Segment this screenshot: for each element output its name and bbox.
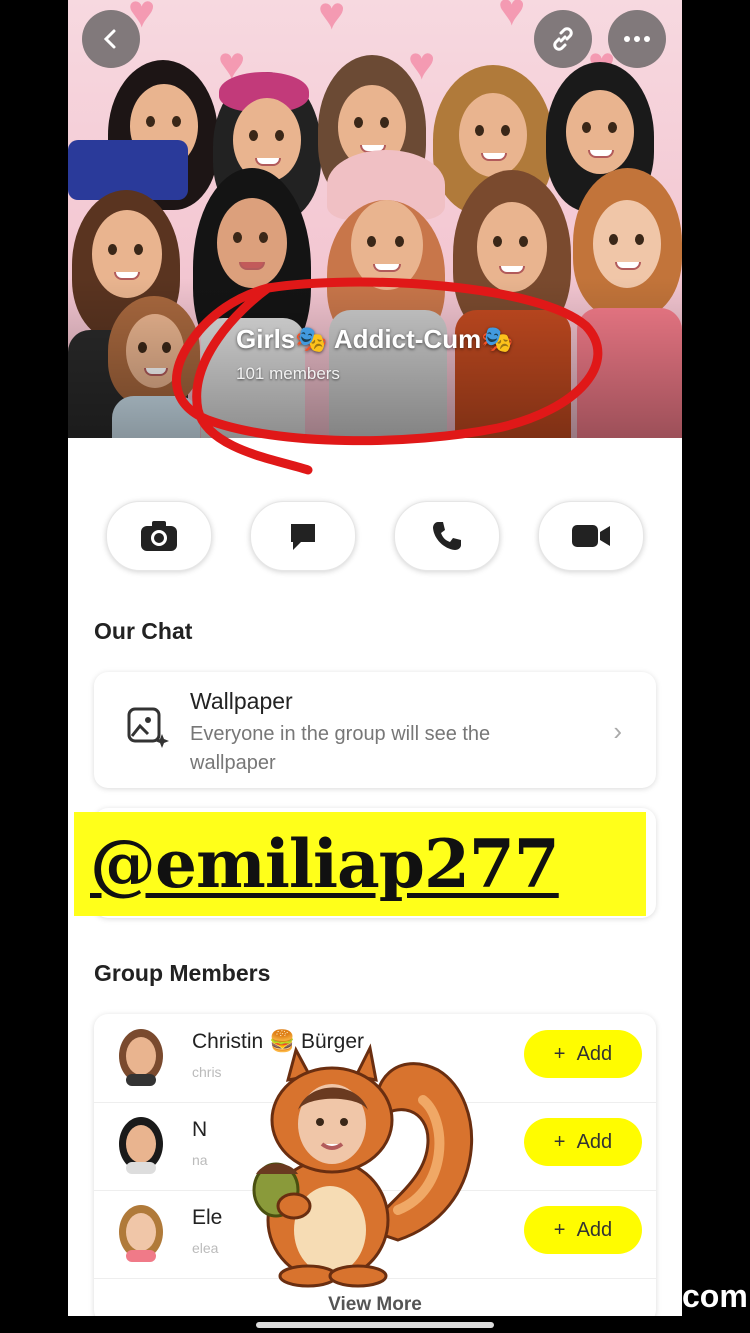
camera-button[interactable]: [106, 501, 212, 571]
video-call-button[interactable]: [538, 501, 644, 571]
link-icon: [553, 27, 573, 51]
view-more-link[interactable]: View More: [94, 1294, 656, 1316]
add-friend-button[interactable]: + Add: [524, 1030, 642, 1078]
home-indicator[interactable]: [256, 1322, 494, 1328]
wallpaper-setting[interactable]: Wallpaper Everyone in the group will see…: [94, 672, 656, 788]
back-button[interactable]: [82, 10, 140, 68]
video-icon: [572, 525, 610, 547]
member-avatar: [119, 1205, 163, 1262]
phone-icon: [433, 522, 461, 550]
wallpaper-icon: [127, 707, 169, 748]
member-avatar: [119, 1117, 163, 1174]
call-button[interactable]: [394, 501, 500, 571]
chat-button[interactable]: [250, 501, 356, 571]
add-label: Add: [576, 1042, 613, 1065]
promo-handle: @emiliap277: [90, 825, 560, 903]
add-friend-button[interactable]: + Add: [524, 1118, 642, 1166]
share-link-button[interactable]: [534, 10, 592, 68]
watermark-text: com: [682, 1278, 748, 1314]
add-label: Add: [576, 1218, 613, 1241]
member-avatar: [119, 1029, 163, 1086]
chevron-left-icon: [103, 29, 116, 49]
add-friend-button[interactable]: + Add: [524, 1206, 642, 1254]
wallpaper-title: Wallpaper: [190, 688, 293, 714]
chevron-right-icon: ›: [613, 716, 622, 746]
our-chat-heading: Our Chat: [94, 618, 193, 644]
more-options-button[interactable]: [608, 10, 666, 68]
more-dots-icon: [624, 36, 650, 42]
group-members-heading: Group Members: [94, 960, 271, 986]
group-profile-screen: ♥ ♥ ♥ ♥ ♥ ♥: [68, 0, 682, 1316]
chat-icon: [291, 524, 315, 550]
promo-overlay: @emiliap277: [74, 812, 646, 916]
wallpaper-description: Everyone in the group will see the wallp…: [190, 723, 491, 774]
red-circle-annotation: [171, 277, 603, 475]
squirrel-sticker: [252, 1043, 474, 1288]
add-label: Add: [576, 1130, 613, 1153]
camera-icon: [141, 521, 177, 551]
